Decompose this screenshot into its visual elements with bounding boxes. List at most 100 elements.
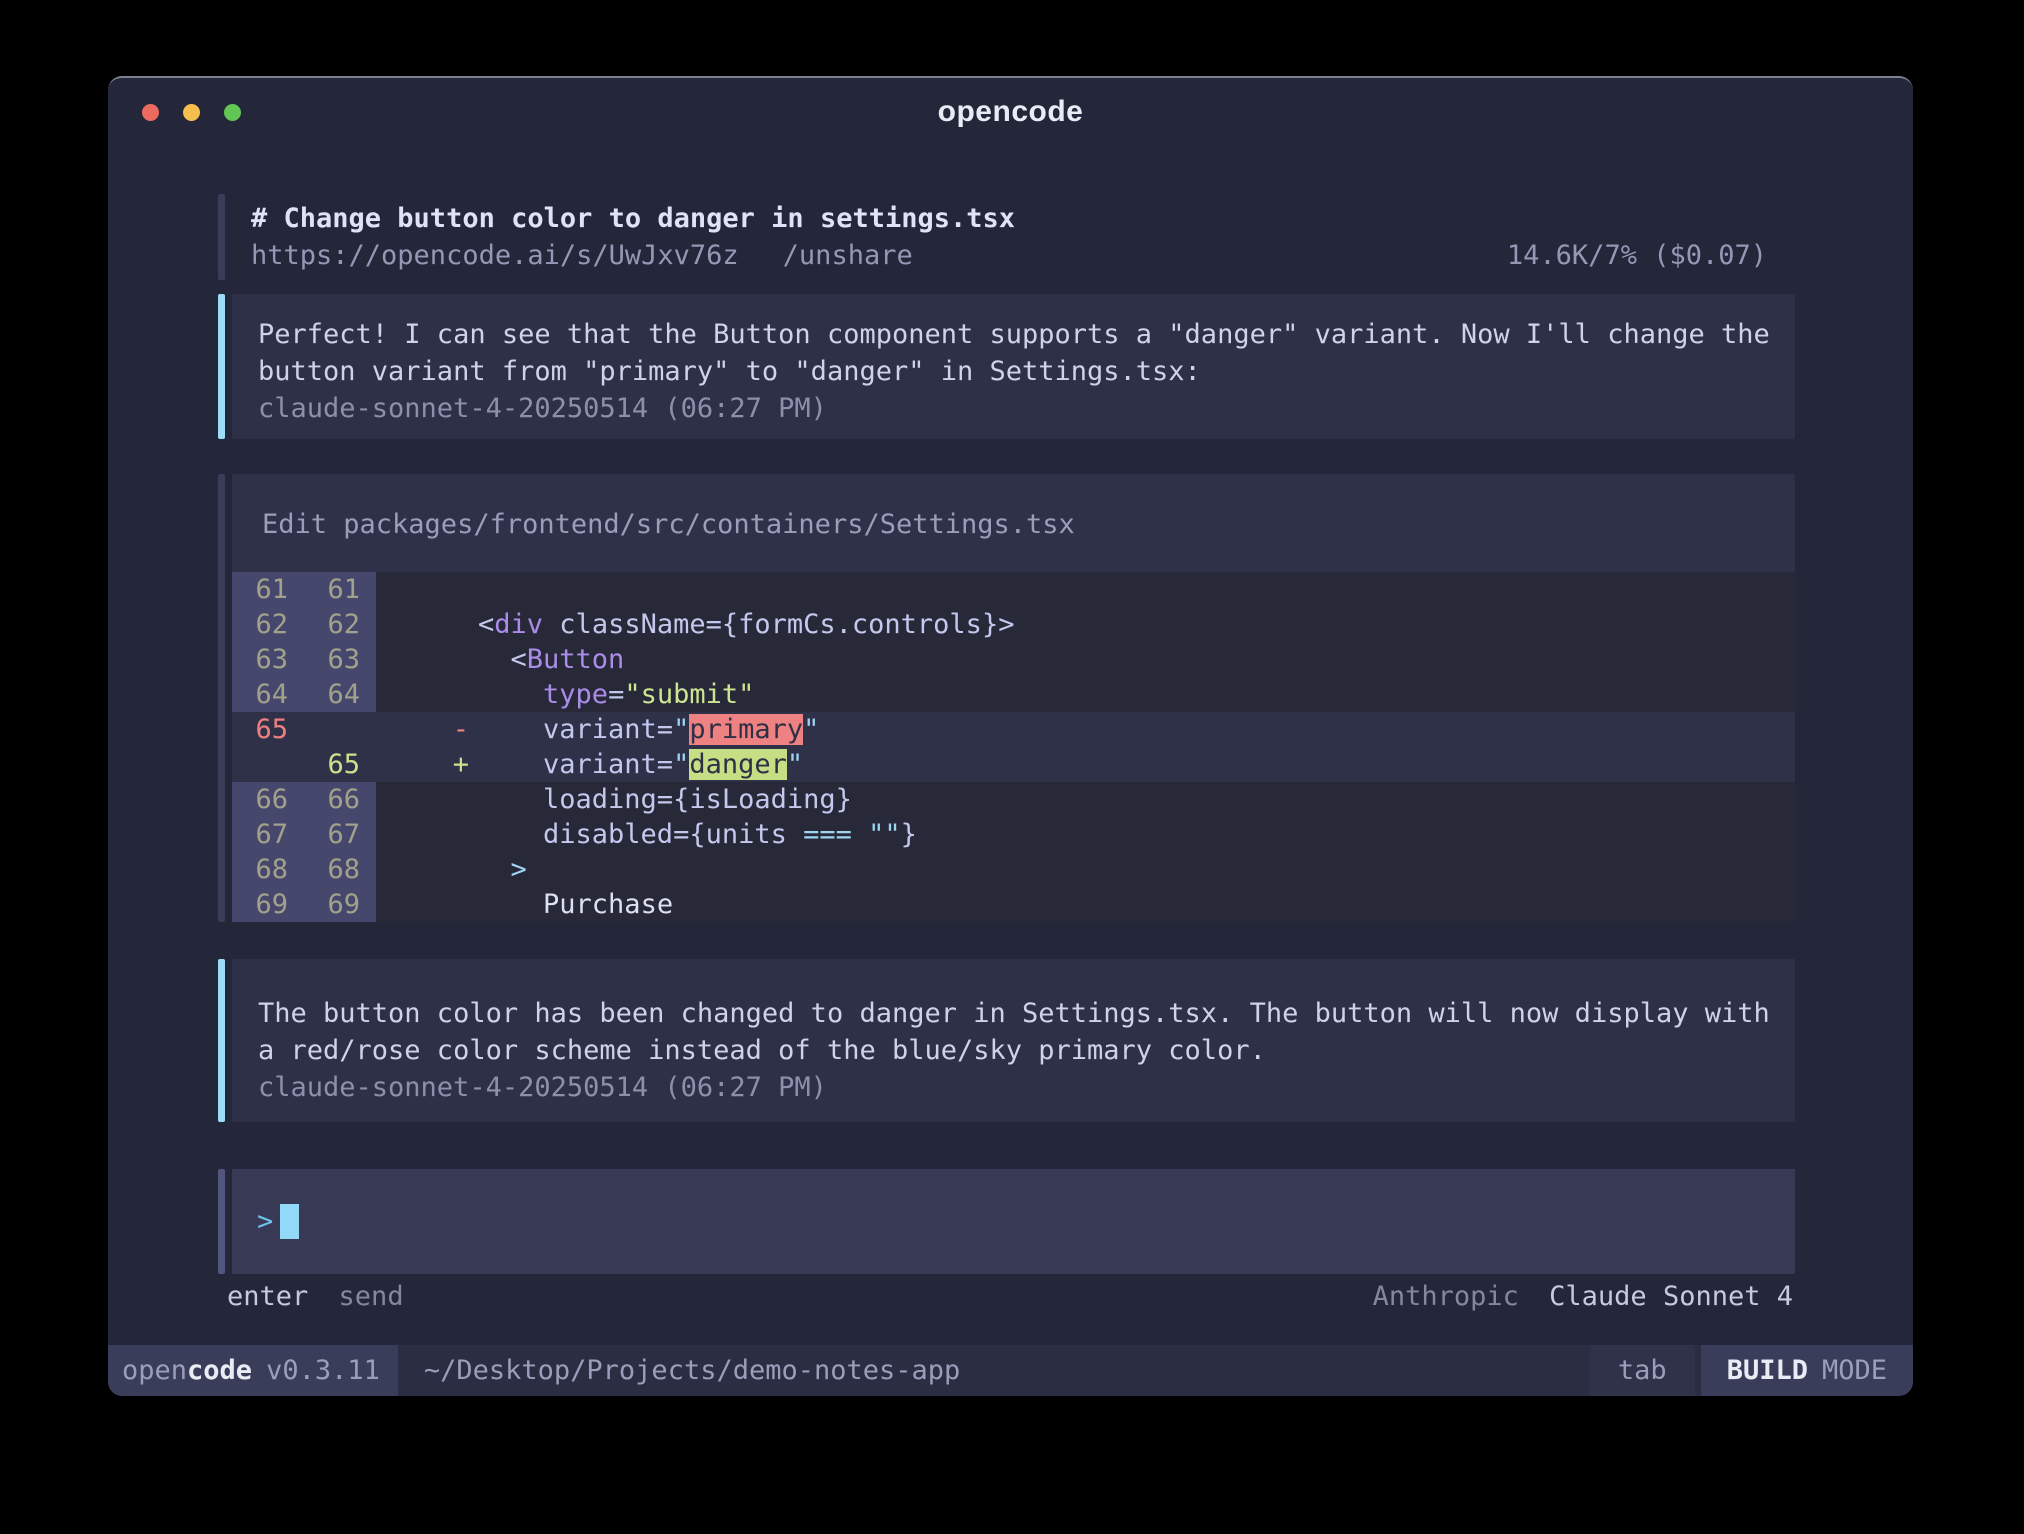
session-header-right-rule [1800, 194, 1806, 280]
chat-scroll-area: # Change button color to danger in setti… [218, 194, 1806, 1314]
mode-word-mode: MODE [1822, 1345, 1887, 1396]
diff-view: 61616262 <div className={formCs.controls}… [232, 572, 1795, 922]
diff-marker: + [376, 747, 478, 782]
line-number-old: 65 [232, 712, 304, 747]
code-line: type="submit" [478, 677, 1795, 712]
opencode-window: opencode # Change button color to danger… [108, 76, 1913, 1396]
diff-row-ctx: 6363 <Button [232, 642, 1795, 677]
line-number-old: 67 [232, 817, 304, 852]
diff-row-ctx: 6868 > [232, 852, 1795, 887]
session-title: # Change button color to danger in setti… [251, 200, 1015, 237]
line-number-old: 62 [232, 607, 304, 642]
diff-row-ctx: 6969 Purchase [232, 887, 1795, 922]
diff-row-ctx: 6262 <div className={formCs.controls}> [232, 607, 1795, 642]
diff-row-ctx: 6767 disabled={units === ""} [232, 817, 1795, 852]
code-line: disabled={units === ""} [478, 817, 1795, 852]
line-number-old: 63 [232, 642, 304, 677]
prompt-chevron: > [257, 1206, 273, 1237]
code-line: loading={isLoading} [478, 782, 1795, 817]
code-line: <Button [478, 642, 1795, 677]
window-title: opencode [108, 95, 1913, 129]
line-number-old: 69 [232, 887, 304, 922]
line-number-new: 68 [304, 852, 376, 887]
token-usage-cost: 14.6K/7% ($0.07) [1507, 237, 1767, 274]
diff-row-add: 65+ variant="danger" [232, 747, 1795, 782]
diff-marker [376, 852, 478, 887]
share-url-link[interactable]: https://opencode.ai/s/UwJxv76z [251, 237, 739, 274]
line-number-new [304, 712, 376, 747]
code-line [478, 572, 1795, 607]
assistant-message-right-rule [1800, 959, 1806, 1122]
assistant-message: The button color has been changed to dan… [218, 959, 1806, 1122]
edit-file-path: Edit packages/frontend/src/containers/Se… [232, 510, 1795, 540]
build-mode-chip[interactable]: BUILD MODE [1701, 1345, 1913, 1396]
code-line: Purchase [478, 887, 1795, 922]
diff-row-ctx: 6666 loading={isLoading} [232, 782, 1795, 817]
line-number-old: 66 [232, 782, 304, 817]
line-number-old: 64 [232, 677, 304, 712]
message-model-timestamp: claude-sonnet-4-20250514 (06:27 PM) [258, 1069, 1769, 1106]
assistant-message-line: a red/rose color scheme instead of the b… [258, 1032, 1769, 1069]
window-titlebar: opencode [108, 78, 1913, 146]
diff-row-del: 65 - variant="primary" [232, 712, 1795, 747]
edit-panel-left-rule [218, 474, 225, 922]
assistant-message-right-rule [1800, 294, 1806, 439]
edit-tool-panel: Edit packages/frontend/src/containers/Se… [218, 474, 1806, 922]
diff-row-ctx: 6161 [232, 572, 1795, 607]
diff-marker [376, 782, 478, 817]
prompt-input[interactable]: > [232, 1169, 1795, 1274]
session-header-left-rule [218, 194, 225, 280]
message-model-timestamp: claude-sonnet-4-20250514 (06:27 PM) [258, 390, 1769, 427]
line-number-new: 65 [304, 747, 376, 782]
code-line: <div className={formCs.controls}> [478, 607, 1795, 642]
diff-marker [376, 817, 478, 852]
diff-marker [376, 642, 478, 677]
assistant-message-line: button variant from "primary" to "danger… [258, 353, 1769, 390]
mode-word-build: BUILD [1727, 1345, 1808, 1396]
prompt-input-block: > [218, 1169, 1806, 1274]
unshare-command[interactable]: /unshare [783, 237, 913, 274]
tab-key-hint: tab [1590, 1345, 1695, 1396]
app-version: v0.3.11 [266, 1345, 380, 1396]
line-number-new: 69 [304, 887, 376, 922]
status-bar: opencode v0.3.11 ~/Desktop/Projects/demo… [108, 1345, 1913, 1396]
line-number-new: 61 [304, 572, 376, 607]
app-version-chip: opencode v0.3.11 [108, 1345, 398, 1396]
diff-marker: - [376, 712, 478, 747]
line-number-old: 68 [232, 852, 304, 887]
line-number-new: 64 [304, 677, 376, 712]
code-line: variant="danger" [478, 747, 1795, 782]
assistant-message-line: Perfect! I can see that the Button compo… [258, 316, 1769, 353]
diff-marker [376, 607, 478, 642]
app-name-code: code [187, 1345, 252, 1396]
working-directory: ~/Desktop/Projects/demo-notes-app [424, 1345, 960, 1396]
assistant-message: Perfect! I can see that the Button compo… [218, 294, 1806, 439]
input-left-rule [218, 1169, 225, 1274]
diff-marker [376, 887, 478, 922]
enter-key-hint: enter [227, 1281, 308, 1312]
send-action-hint: send [339, 1281, 404, 1312]
assistant-message-accent-bar [218, 959, 225, 1122]
diff-row-ctx: 6464 type="submit" [232, 677, 1795, 712]
hints-row: enter send Anthropic Claude Sonnet 4 [218, 1280, 1806, 1314]
line-number-new: 62 [304, 607, 376, 642]
assistant-message-line: The button color has been changed to dan… [258, 995, 1769, 1032]
diff-marker [376, 677, 478, 712]
line-number-old [232, 747, 304, 782]
code-line: > [478, 852, 1795, 887]
input-right-rule [1800, 1169, 1806, 1274]
line-number-old: 61 [232, 572, 304, 607]
assistant-message-accent-bar [218, 294, 225, 439]
edit-panel-body: Edit packages/frontend/src/containers/Se… [232, 474, 1795, 922]
app-name-open: open [122, 1345, 187, 1396]
text-cursor [280, 1204, 299, 1239]
line-number-new: 67 [304, 817, 376, 852]
line-number-new: 63 [304, 642, 376, 677]
line-number-new: 66 [304, 782, 376, 817]
edit-panel-scrollbar[interactable] [1800, 474, 1806, 922]
session-header: # Change button color to danger in setti… [218, 194, 1806, 280]
model-label[interactable]: Claude Sonnet 4 [1549, 1281, 1793, 1312]
diff-marker [376, 572, 478, 607]
code-line: variant="primary" [478, 712, 1795, 747]
provider-label: Anthropic [1373, 1281, 1519, 1312]
